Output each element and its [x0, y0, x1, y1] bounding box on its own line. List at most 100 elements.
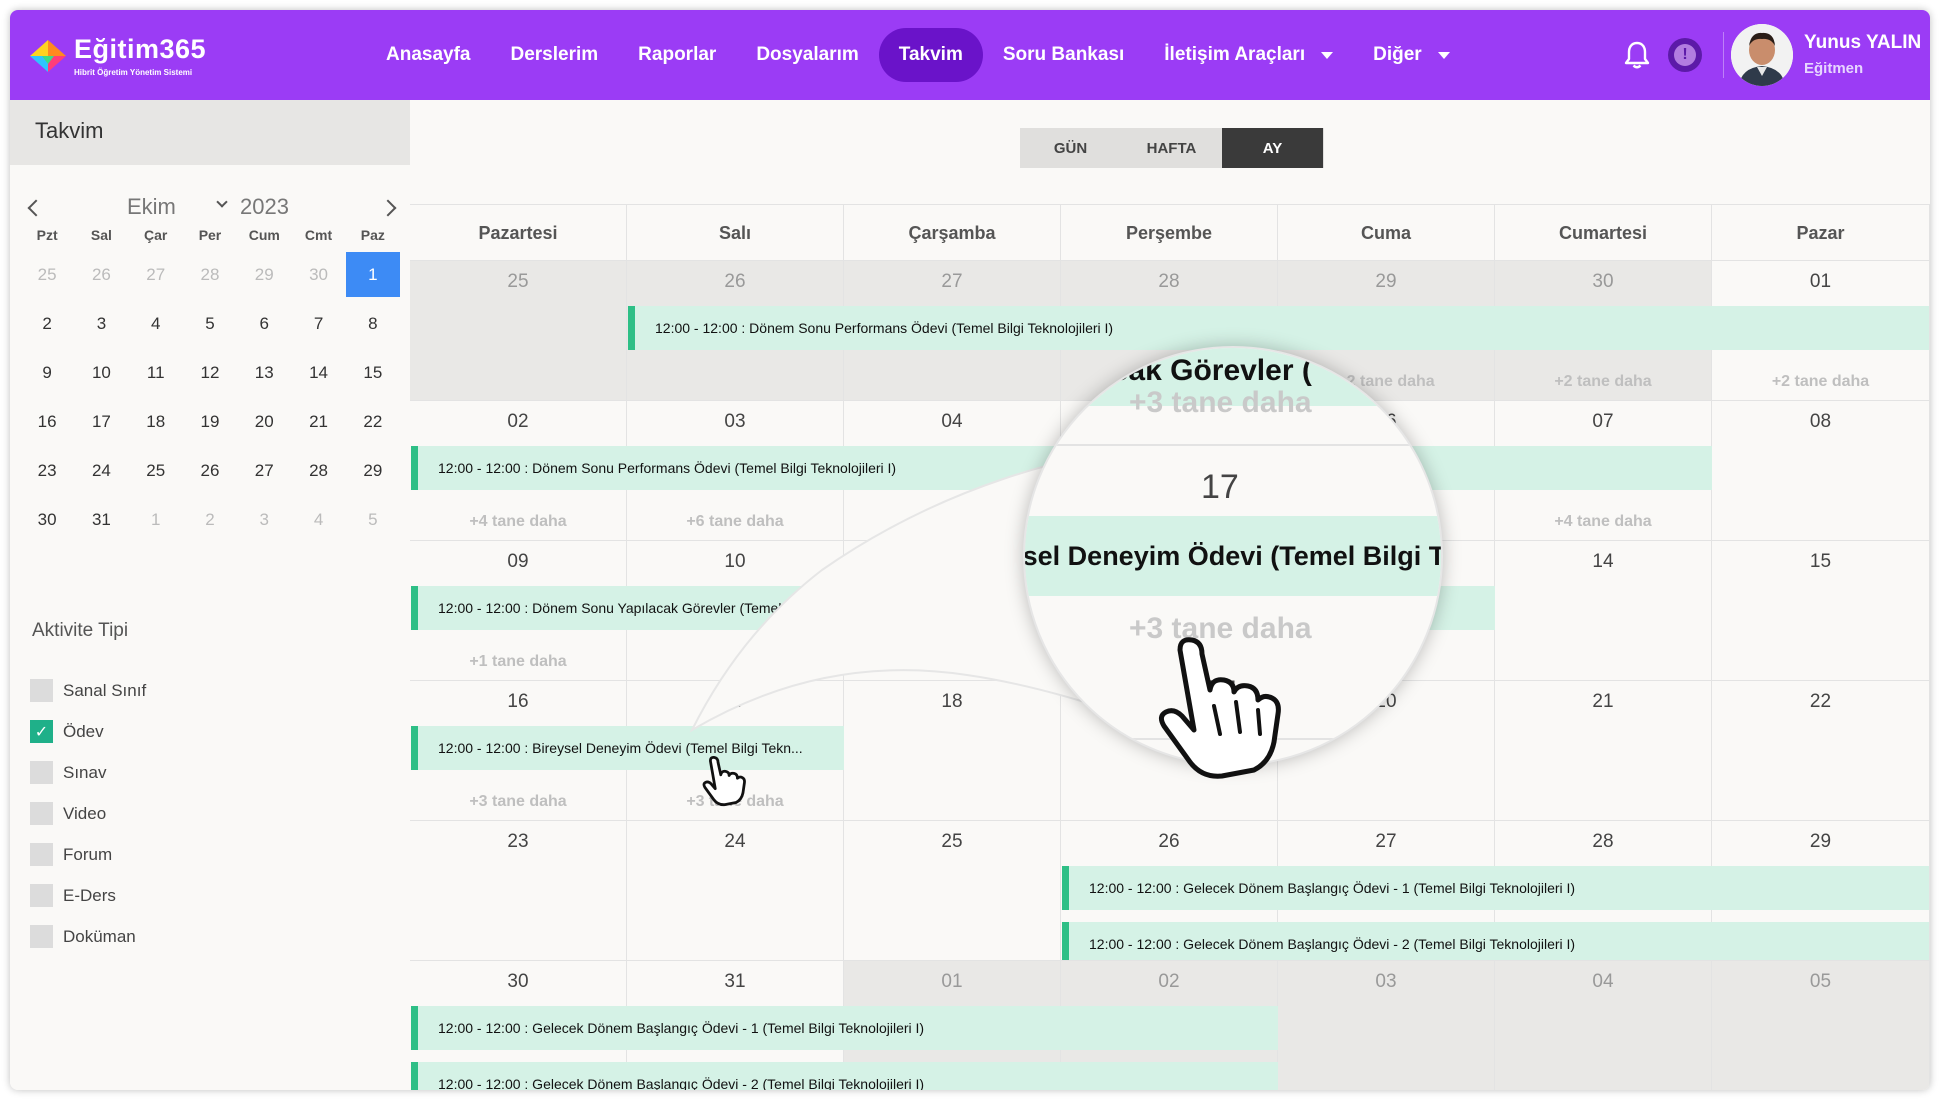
mini-day[interactable]: 9	[20, 350, 74, 395]
mini-day[interactable]: 27	[237, 448, 291, 493]
day-number[interactable]: 25	[844, 831, 1060, 853]
activity-type-forum[interactable]: Forum	[30, 834, 146, 875]
mini-day[interactable]: 12	[183, 350, 237, 395]
nav-item-i-letişim-araçları[interactable]: İletişim Araçları	[1144, 28, 1353, 82]
more-events-link[interactable]: +2 tane daha	[1495, 373, 1711, 391]
mini-day[interactable]: 4	[291, 497, 345, 542]
next-month-icon[interactable]	[379, 199, 397, 217]
nav-item-soru-bankası[interactable]: Soru Bankası	[983, 28, 1144, 82]
day-number[interactable]: 08	[1712, 411, 1929, 433]
mini-day[interactable]: 28	[183, 252, 237, 297]
mini-day[interactable]: 1	[129, 497, 183, 542]
more-events-link[interactable]: +4 tane daha	[410, 513, 626, 531]
day-number[interactable]: 30	[410, 971, 626, 993]
mini-day[interactable]: 13	[237, 350, 291, 395]
nav-item-dosyalarım[interactable]: Dosyalarım	[736, 28, 878, 82]
day-number[interactable]: 26	[1061, 831, 1277, 853]
calendar-event[interactable]: 12:00 - 12:00 : Gelecek Dönem Başlangıç …	[1062, 866, 1929, 910]
alert-icon[interactable]: !	[1668, 38, 1702, 72]
day-number[interactable]: 21	[1495, 691, 1711, 713]
user-name[interactable]: Yunus YALIN	[1804, 32, 1921, 54]
activity-type-e-ders[interactable]: E-Ders	[30, 875, 146, 916]
activity-checkbox[interactable]	[30, 843, 53, 866]
mini-day[interactable]: 8	[346, 301, 400, 346]
mini-day[interactable]: 6	[237, 301, 291, 346]
day-number[interactable]: 16	[410, 691, 626, 713]
mini-day[interactable]: 3	[74, 301, 128, 346]
day-number[interactable]: 09	[410, 551, 626, 573]
month-select[interactable]: Ekim	[127, 194, 176, 220]
prev-month-icon[interactable]	[27, 199, 45, 217]
day-cell[interactable]: 08	[1712, 400, 1930, 540]
view-ay-button[interactable]: AY	[1222, 128, 1323, 168]
activity-type-sınav[interactable]: Sınav	[30, 752, 146, 793]
activity-type-doküman[interactable]: Doküman	[30, 916, 146, 957]
day-cell[interactable]: 22	[1712, 680, 1930, 820]
mini-day[interactable]: 22	[346, 399, 400, 444]
day-cell[interactable]: 15	[1712, 540, 1930, 680]
day-number[interactable]: 31	[627, 971, 843, 993]
mini-day[interactable]: 5	[346, 497, 400, 542]
mini-day[interactable]: 10	[74, 350, 128, 395]
day-number[interactable]: 23	[410, 831, 626, 853]
more-events-link[interactable]: +2 tane daha	[1712, 373, 1929, 391]
day-number[interactable]: 02	[410, 411, 626, 433]
mini-day[interactable]: 30	[291, 252, 345, 297]
day-cell[interactable]: 25	[844, 820, 1061, 960]
year-select[interactable]: 2023	[240, 194, 289, 220]
day-number[interactable]: 29	[1712, 831, 1929, 853]
activity-type-ödev[interactable]: ✓ Ödev	[30, 711, 146, 752]
mini-day[interactable]: 21	[291, 399, 345, 444]
mini-day-today[interactable]: 1	[345, 252, 400, 297]
bell-icon[interactable]	[1623, 40, 1651, 70]
calendar-event[interactable]: 12:00 - 12:00 : Gelecek Dönem Başlangıç …	[411, 1062, 1278, 1090]
day-number[interactable]: 27	[1278, 831, 1494, 853]
brand-logo[interactable]: Eğitim365 Hibrit Öğretim Yönetim Sistemi	[28, 32, 218, 82]
day-number[interactable]: 04	[1495, 971, 1711, 993]
day-cell[interactable]: 03	[1278, 960, 1495, 1090]
mini-day[interactable]: 18	[129, 399, 183, 444]
day-number[interactable]: 22	[1712, 691, 1929, 713]
day-number[interactable]: 28	[1061, 271, 1277, 293]
mini-day[interactable]: 16	[20, 399, 74, 444]
mini-day[interactable]: 25	[20, 252, 74, 297]
mini-day[interactable]: 29	[346, 448, 400, 493]
mini-day[interactable]: 2	[183, 497, 237, 542]
more-events-link[interactable]: +3 tane daha	[410, 793, 626, 811]
day-number[interactable]: 29	[1278, 271, 1494, 293]
calendar-event[interactable]: 12:00 - 12:00 : Dönem Sonu Performans Öd…	[628, 306, 1929, 350]
activity-checkbox[interactable]	[30, 802, 53, 825]
day-number[interactable]: 26	[627, 271, 843, 293]
nav-item-derslerim[interactable]: Derslerim	[491, 28, 619, 82]
avatar[interactable]	[1731, 24, 1793, 86]
activity-type-video[interactable]: Video	[30, 793, 146, 834]
mini-day[interactable]: 23	[20, 448, 74, 493]
nav-item-anasayfa[interactable]: Anasayfa	[366, 28, 491, 82]
day-number[interactable]: 07	[1495, 411, 1711, 433]
mini-day[interactable]: 28	[291, 448, 345, 493]
mini-day[interactable]: 11	[129, 350, 183, 395]
more-events-link[interactable]: +4 tane daha	[1495, 513, 1711, 531]
day-number[interactable]: 25	[410, 271, 626, 293]
day-number[interactable]: 01	[1712, 271, 1929, 293]
mini-day[interactable]: 14	[291, 350, 345, 395]
activity-checkbox[interactable]	[30, 925, 53, 948]
day-cell[interactable]: 21	[1495, 680, 1712, 820]
mini-day[interactable]: 25	[129, 448, 183, 493]
mini-day[interactable]: 3	[237, 497, 291, 542]
day-number[interactable]: 01	[844, 971, 1060, 993]
day-number[interactable]: 02	[1061, 971, 1277, 993]
mini-day[interactable]: 29	[237, 252, 291, 297]
day-cell[interactable]: 23	[410, 820, 627, 960]
more-events-link[interactable]: +1 tane daha	[410, 653, 626, 671]
view-gün-button[interactable]: GÜN	[1020, 128, 1121, 168]
activity-checkbox[interactable]: ✓	[30, 720, 53, 743]
calendar-event[interactable]: 12:00 - 12:00 : Gelecek Dönem Başlangıç …	[411, 1006, 1278, 1050]
mini-day[interactable]: 31	[74, 497, 128, 542]
mini-day[interactable]: 2	[20, 301, 74, 346]
activity-checkbox[interactable]	[30, 679, 53, 702]
view-hafta-button[interactable]: HAFTA	[1121, 128, 1222, 168]
mini-day[interactable]: 7	[291, 301, 345, 346]
day-number[interactable]: 27	[844, 271, 1060, 293]
mini-day[interactable]: 19	[183, 399, 237, 444]
